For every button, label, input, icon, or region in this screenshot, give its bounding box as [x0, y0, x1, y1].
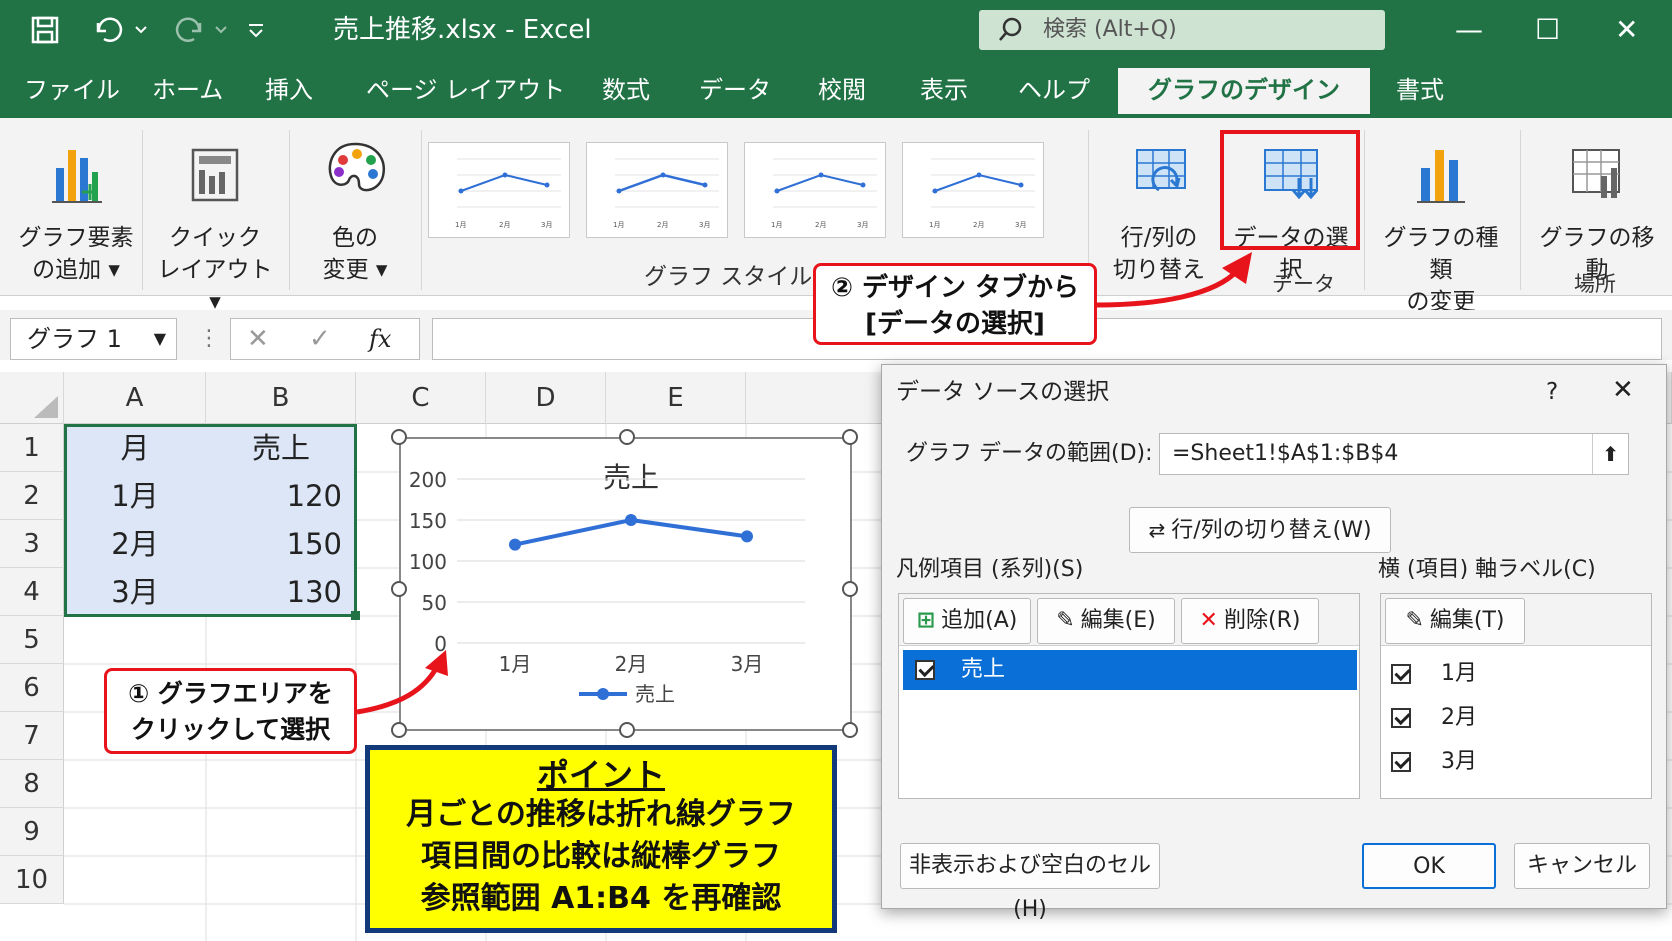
add-series-label: 追加(A) [941, 608, 1018, 633]
help-button[interactable]: ? [1546, 377, 1558, 407]
hidden-empty-cells-button[interactable]: 非表示および空白のセル(H) [900, 843, 1160, 922]
switch-row-column-dialog-label: 行/列の切り替え(W) [1171, 518, 1372, 543]
category-checkbox[interactable] [1391, 752, 1411, 772]
series-item-label: 売上 [961, 657, 1006, 682]
point-title: ポイント [536, 756, 665, 794]
category-label: 3月 [1441, 749, 1477, 774]
edit-axis-labels-label: 編集(T) [1429, 608, 1505, 633]
dialog-title: データ ソースの選択 [896, 379, 1110, 405]
axis-labels-panel: ✎ 編集(T) 1月 2月 3月 [1380, 593, 1652, 799]
step2-line1: ② デザイン タブから [830, 273, 1080, 303]
point-line3: 参照範囲 A1:B4 を再確認 [420, 881, 782, 916]
edit-series-button[interactable]: ✎ 編集(E) [1037, 598, 1175, 644]
add-series-button[interactable]: ⊞ 追加(A) [903, 598, 1031, 644]
series-panel: ⊞ 追加(A) ✎ 編集(E) ✕ 削除(R) 売上 [898, 593, 1360, 799]
delete-icon: ✕ [1199, 608, 1218, 633]
category-item[interactable]: 1月 [1391, 656, 1477, 692]
chart-data-range-input[interactable]: =Sheet1!$A$1:$B$4 ⬆ [1159, 433, 1629, 475]
edit-icon: ✎ [1405, 608, 1424, 633]
point-line2: 項目間の比較は縦棒グラフ [421, 839, 781, 874]
series-checkbox[interactable] [915, 660, 935, 680]
point-line1: 月ごとの推移は折れ線グラフ [406, 797, 796, 832]
step1-callout: ① グラフエリアを クリックして選択 [104, 668, 357, 754]
delete-series-button[interactable]: ✕ 削除(R) [1181, 598, 1319, 644]
step1-line2: クリックして選択 [130, 715, 331, 744]
dialog-close-button[interactable]: ✕ [1612, 375, 1634, 405]
edit-axis-labels-button[interactable]: ✎ 編集(T) [1385, 598, 1525, 644]
axis-labels-label: 横 (項目) 軸ラベル(C) [1378, 557, 1596, 582]
category-label: 1月 [1441, 661, 1477, 686]
category-checkbox[interactable] [1391, 664, 1411, 684]
cancel-button[interactable]: キャンセル [1514, 843, 1650, 889]
category-label: 2月 [1441, 705, 1477, 730]
edit-icon: ✎ [1056, 608, 1075, 633]
step2-line2: [データの選択] [865, 309, 1045, 339]
step2-callout: ② デザイン タブから [データの選択] [813, 263, 1097, 345]
chart-data-range-label: グラフ データの範囲(D): [906, 441, 1153, 466]
legend-entries-label: 凡例項目 (系列)(S) [896, 557, 1084, 582]
switch-row-column-dialog-button[interactable]: ⇄ 行/列の切り替え(W) [1129, 507, 1391, 553]
series-item-selected[interactable]: 売上 [903, 650, 1357, 690]
chart-data-range-value: =Sheet1!$A$1:$B$4 [1172, 441, 1399, 466]
category-checkbox[interactable] [1391, 708, 1411, 728]
step1-line1: ① グラフエリアを [128, 679, 333, 708]
switch-icon: ⇄ [1148, 518, 1166, 542]
add-icon: ⊞ [916, 608, 936, 633]
category-item[interactable]: 2月 [1391, 700, 1477, 736]
edit-series-label: 編集(E) [1080, 608, 1156, 633]
delete-series-label: 削除(R) [1223, 608, 1301, 633]
point-box: ポイント 月ごとの推移は折れ線グラフ 項目間の比較は縦棒グラフ 参照範囲 A1:… [365, 745, 837, 933]
collapse-dialog-icon[interactable]: ⬆ [1592, 434, 1628, 474]
category-item[interactable]: 3月 [1391, 744, 1477, 780]
select-data-source-dialog: データ ソースの選択 ? ✕ グラフ データの範囲(D): =Sheet1!$A… [881, 364, 1667, 922]
ok-button[interactable]: OK [1362, 843, 1496, 889]
